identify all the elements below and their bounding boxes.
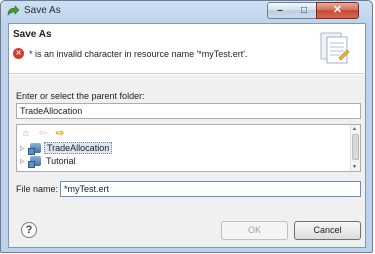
file-name-input[interactable] <box>60 181 361 197</box>
expand-icon[interactable]: ▷ <box>20 145 28 152</box>
close-button[interactable]: ✕ <box>316 2 359 19</box>
error-icon: ✕ <box>13 48 24 59</box>
tree-scrollbar[interactable]: ▲ ▼ <box>350 125 360 171</box>
save-as-window: Save As – □ ✕ Save As ✕ * is an invalid … <box>0 0 373 253</box>
close-icon: ✕ <box>332 4 343 16</box>
help-button[interactable]: ? <box>21 222 37 238</box>
dialog-body: Enter or select the parent folder: ⌂ ⇦ ⇨… <box>9 75 365 247</box>
maximize-icon: □ <box>300 4 308 16</box>
parent-folder-label: Enter or select the parent folder: <box>16 91 145 101</box>
project-icon <box>28 143 41 155</box>
dialog-client-area: Save As ✕ * is an invalid character in r… <box>8 23 366 248</box>
minimize-button[interactable]: – <box>267 2 293 19</box>
ok-button[interactable]: OK <box>221 221 288 240</box>
dialog-title: Save As <box>13 29 52 40</box>
cancel-button[interactable]: Cancel <box>294 221 361 240</box>
minimize-icon: – <box>277 4 283 16</box>
app-icon <box>7 5 20 16</box>
tree-item-tutorial[interactable]: ▷ Tutorial <box>20 155 78 168</box>
back-arrow-icon[interactable]: ⇦ <box>37 128 49 139</box>
tree-toolbar: ⌂ ⇦ ⇨ <box>20 127 71 139</box>
maximize-button[interactable]: □ <box>292 2 317 19</box>
parent-folder-input[interactable] <box>16 103 361 119</box>
scroll-up-icon[interactable]: ▲ <box>352 126 357 132</box>
dialog-header: Save As ✕ * is an invalid character in r… <box>9 24 365 74</box>
file-name-label: File name: <box>16 184 59 194</box>
home-icon[interactable]: ⌂ <box>20 128 32 139</box>
folder-tree[interactable]: ⌂ ⇦ ⇨ ▷ TradeAllocation ▷ Tutorial ▲ ▼ <box>16 124 361 172</box>
error-message: * is an invalid character in resource na… <box>29 48 248 59</box>
tree-item-label: Tutorial <box>46 156 76 166</box>
save-as-banner-icon <box>320 32 350 64</box>
scroll-down-icon[interactable]: ▼ <box>352 164 357 170</box>
tree-item-label: TradeAllocation <box>44 142 113 154</box>
scrollbar-thumb[interactable] <box>352 134 359 160</box>
project-icon <box>28 156 41 168</box>
forward-arrow-icon[interactable]: ⇨ <box>54 128 66 139</box>
error-message-row: ✕ * is an invalid character in resource … <box>13 48 248 59</box>
expand-icon[interactable]: ▷ <box>20 158 28 165</box>
window-title: Save As <box>24 5 61 16</box>
title-bar[interactable]: Save As – □ ✕ <box>1 1 372 23</box>
tree-item-tradeallocation[interactable]: ▷ TradeAllocation <box>20 142 113 155</box>
